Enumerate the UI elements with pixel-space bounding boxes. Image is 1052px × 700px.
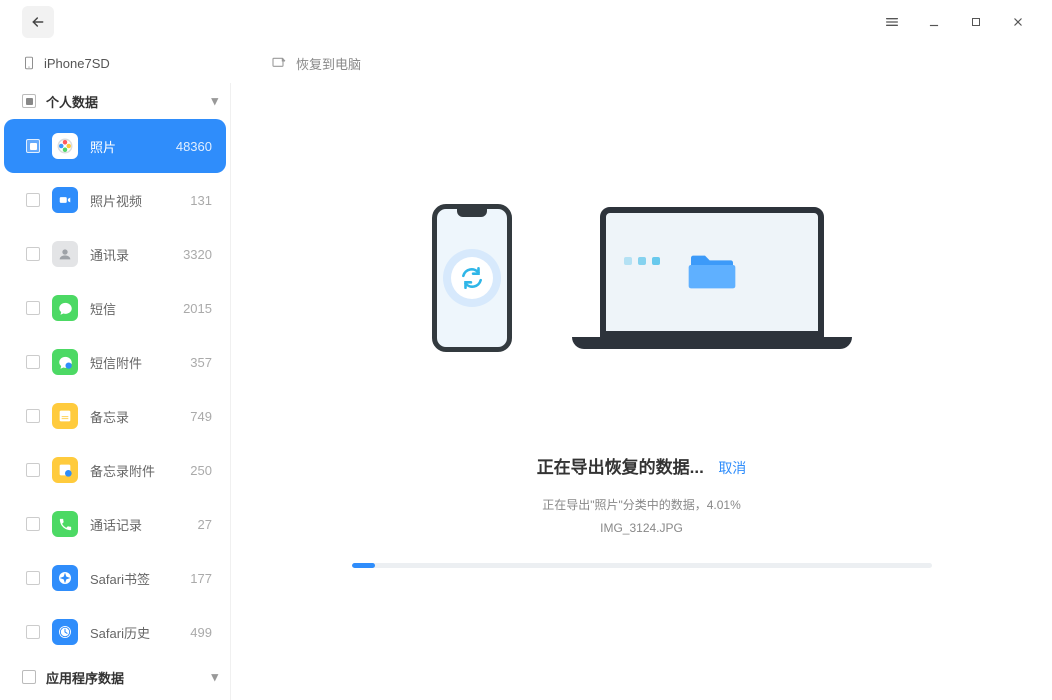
progress-bar [352,563,932,568]
safari-history-icon [57,624,73,640]
item-checkbox[interactable] [26,571,40,585]
item-checkbox[interactable] [26,355,40,369]
item-checkbox[interactable] [26,517,40,531]
item-checkbox[interactable] [26,193,40,207]
item-label: 通讯录 [90,245,129,264]
maximize-button[interactable] [962,8,990,36]
phone-icon [22,54,36,72]
sidebar-item-call-history[interactable]: 通话记录 27 [4,497,226,551]
back-button[interactable] [22,6,54,38]
item-count: 2015 [183,301,212,316]
category-personal-data[interactable]: 个人数据 ▾ [0,83,230,119]
transfer-illustration [271,133,1012,423]
sidebar-item-safari-bookmarks[interactable]: Safari书签 177 [4,551,226,605]
sidebar-item-note-attachments[interactable]: 备忘录附件 250 [4,443,226,497]
restore-to-pc-button[interactable]: 恢复到电脑 [270,54,361,73]
item-label: Safari历史 [90,623,150,642]
photos-icon [56,137,74,155]
item-count: 250 [190,463,212,478]
sync-icon [459,265,485,291]
export-status-title: 正在导出恢复的数据... [537,458,704,477]
item-checkbox[interactable] [26,247,40,261]
messages-icon [58,301,73,316]
item-count: 3320 [183,247,212,262]
category-app-data[interactable]: 应用程序数据 ▾ [0,659,230,695]
item-count: 357 [190,355,212,370]
export-status-subtitle: 正在导出"照片"分类中的数据，4.01% [271,496,1012,513]
item-count: 131 [190,193,212,208]
restore-label: 恢复到电脑 [296,54,361,73]
item-count: 177 [190,571,212,586]
item-label: Safari书签 [90,569,150,588]
item-label: 短信 [90,299,116,318]
sidebar-item-contacts[interactable]: 通讯录 3320 [4,227,226,281]
item-checkbox[interactable] [26,301,40,315]
menu-icon[interactable] [878,8,906,36]
attachment-icon [58,355,73,370]
sidebar-item-safari-history[interactable]: Safari历史 499 [4,605,226,659]
item-count: 499 [190,625,212,640]
device-name: iPhone7SD [44,56,110,71]
minimize-button[interactable] [920,8,948,36]
item-checkbox[interactable] [26,409,40,423]
item-label: 备忘录 [90,407,129,426]
chevron-down-icon: ▾ [211,669,218,685]
item-count: 27 [198,517,212,532]
item-label: 照片视频 [90,191,142,210]
sidebar-item-message-attachments[interactable]: 短信附件 357 [4,335,226,389]
contacts-icon [57,246,73,262]
item-label: 通话记录 [90,515,142,534]
call-icon [58,517,73,532]
cancel-link[interactable]: 取消 [718,460,746,476]
sidebar-item-messages[interactable]: 短信 2015 [4,281,226,335]
category-label: 应用程序数据 [46,668,124,687]
laptop-graphic [572,207,852,349]
category-label: 个人数据 [46,92,98,111]
video-icon [58,193,72,207]
item-count: 749 [190,409,212,424]
item-checkbox[interactable] [26,463,40,477]
transfer-dots [624,257,660,265]
category-checkbox[interactable] [22,94,36,108]
notes-attach-icon [57,462,73,478]
item-checkbox[interactable] [26,139,40,153]
sidebar-item-photos[interactable]: 照片 48360 [4,119,226,173]
folder-icon [684,244,740,300]
item-count: 48360 [176,139,212,154]
phone-graphic [432,204,512,352]
category-checkbox[interactable] [22,670,36,684]
item-label: 备忘录附件 [90,461,155,480]
close-button[interactable] [1004,8,1032,36]
item-checkbox[interactable] [26,625,40,639]
restore-icon [270,55,288,71]
notes-icon [57,408,73,424]
chevron-down-icon: ▾ [211,93,218,109]
safari-bookmark-icon [57,570,73,586]
sidebar-item-photo-videos[interactable]: 照片视频 131 [4,173,226,227]
sidebar-item-notes[interactable]: 备忘录 749 [4,389,226,443]
item-label: 照片 [90,137,116,156]
item-label: 短信附件 [90,353,142,372]
export-current-file: IMG_3124.JPG [271,521,1012,535]
